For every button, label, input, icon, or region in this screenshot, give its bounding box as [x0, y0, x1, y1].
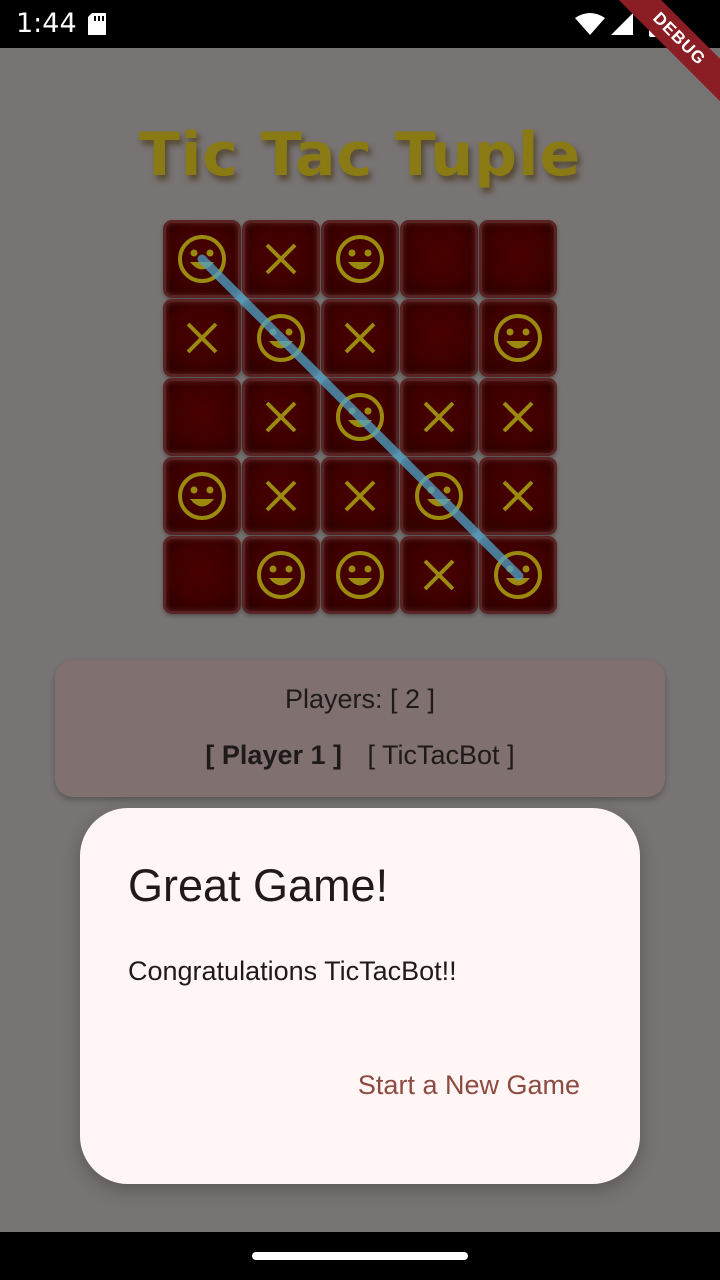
board-cell-2-2[interactable]	[321, 378, 399, 456]
board-cell-0-4[interactable]	[479, 220, 557, 298]
x-mark-icon	[423, 559, 455, 591]
smiley-mark-icon	[494, 314, 542, 362]
smiley-mark-icon	[178, 235, 226, 283]
game-over-dialog: Great Game! Congratulations TicTacBot!! …	[80, 808, 640, 1184]
navigation-bar	[0, 1232, 720, 1280]
player-2-label: [ TicTacBot ]	[367, 740, 515, 770]
start-new-game-button[interactable]: Start a New Game	[358, 1070, 580, 1101]
board-cell-2-4[interactable]	[479, 378, 557, 456]
smiley-mark-icon	[415, 472, 463, 520]
x-mark-icon	[265, 480, 297, 512]
players-card: Players: [ 2 ] [ Player 1 ] [ TicTacBot …	[55, 660, 665, 797]
wifi-icon	[575, 13, 605, 35]
x-mark-icon	[344, 322, 376, 354]
smiley-mark-icon	[336, 235, 384, 283]
smiley-mark-icon	[257, 551, 305, 599]
smiley-mark-icon	[257, 314, 305, 362]
game-title: Tic Tac Tuple	[138, 120, 582, 190]
board-cell-4-4[interactable]	[479, 536, 557, 614]
smiley-mark-icon	[336, 393, 384, 441]
board-cell-0-1[interactable]	[242, 220, 320, 298]
board-cell-2-1[interactable]	[242, 378, 320, 456]
signal-icon	[611, 13, 633, 35]
status-bar: 1:44	[0, 0, 720, 48]
smiley-mark-icon	[178, 472, 226, 520]
x-mark-icon	[502, 401, 534, 433]
player-1-label: [ Player 1 ]	[205, 740, 342, 770]
board-cell-3-4[interactable]	[479, 457, 557, 535]
players-row: [ Player 1 ] [ TicTacBot ]	[55, 740, 665, 771]
board-cell-4-0[interactable]	[163, 536, 241, 614]
status-time: 1:44	[16, 8, 77, 39]
board-cell-2-3[interactable]	[400, 378, 478, 456]
board-cell-4-2[interactable]	[321, 536, 399, 614]
board-cell-0-0[interactable]	[163, 220, 241, 298]
board-cell-4-3[interactable]	[400, 536, 478, 614]
smiley-mark-icon	[336, 551, 384, 599]
board-cell-2-0[interactable]	[163, 378, 241, 456]
board-cell-3-2[interactable]	[321, 457, 399, 535]
board-cell-1-4[interactable]	[479, 299, 557, 377]
board-cell-0-3[interactable]	[400, 220, 478, 298]
board-cell-1-3[interactable]	[400, 299, 478, 377]
dialog-title: Great Game!	[128, 860, 389, 911]
players-count: Players: [ 2 ]	[284, 684, 436, 714]
x-mark-icon	[186, 322, 218, 354]
x-mark-icon	[265, 243, 297, 275]
game-board	[163, 220, 558, 615]
x-mark-icon	[265, 401, 297, 433]
dialog-message: Congratulations TicTacBot!!	[128, 956, 457, 986]
sd-card-icon	[88, 13, 106, 35]
board-cell-3-1[interactable]	[242, 457, 320, 535]
x-mark-icon	[344, 480, 376, 512]
board-cell-1-2[interactable]	[321, 299, 399, 377]
x-mark-icon	[502, 480, 534, 512]
board-cell-3-0[interactable]	[163, 457, 241, 535]
board-cell-1-1[interactable]	[242, 299, 320, 377]
board-cell-4-1[interactable]	[242, 536, 320, 614]
board-cell-0-2[interactable]	[321, 220, 399, 298]
x-mark-icon	[423, 401, 455, 433]
board-cell-1-0[interactable]	[163, 299, 241, 377]
board-cell-3-3[interactable]	[400, 457, 478, 535]
home-handle[interactable]	[252, 1252, 468, 1260]
smiley-mark-icon	[494, 551, 542, 599]
